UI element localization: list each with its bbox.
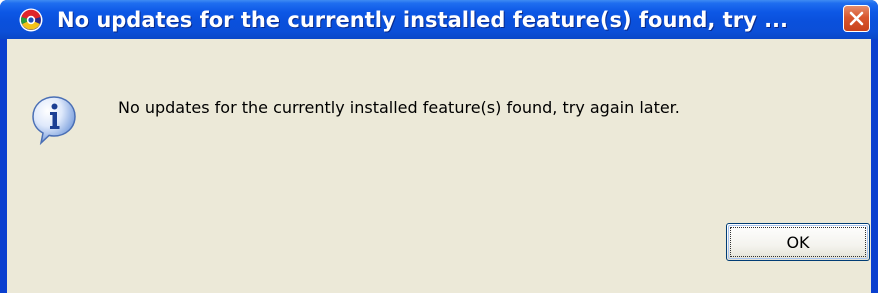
message-text: No updates for the currently installed f…	[118, 98, 680, 117]
ok-button[interactable]: OK	[726, 223, 870, 261]
ok-button-label: OK	[786, 232, 810, 252]
dialog-window: No updates for the currently installed f…	[0, 0, 878, 293]
eclipse-app-icon	[19, 8, 43, 32]
title-bar[interactable]: No updates for the currently installed f…	[0, 0, 878, 39]
dialog-body: No updates for the currently installed f…	[7, 39, 871, 293]
close-button[interactable]	[843, 5, 870, 32]
information-icon	[32, 96, 76, 145]
close-icon	[849, 11, 864, 26]
window-title: No updates for the currently installed f…	[57, 8, 789, 32]
